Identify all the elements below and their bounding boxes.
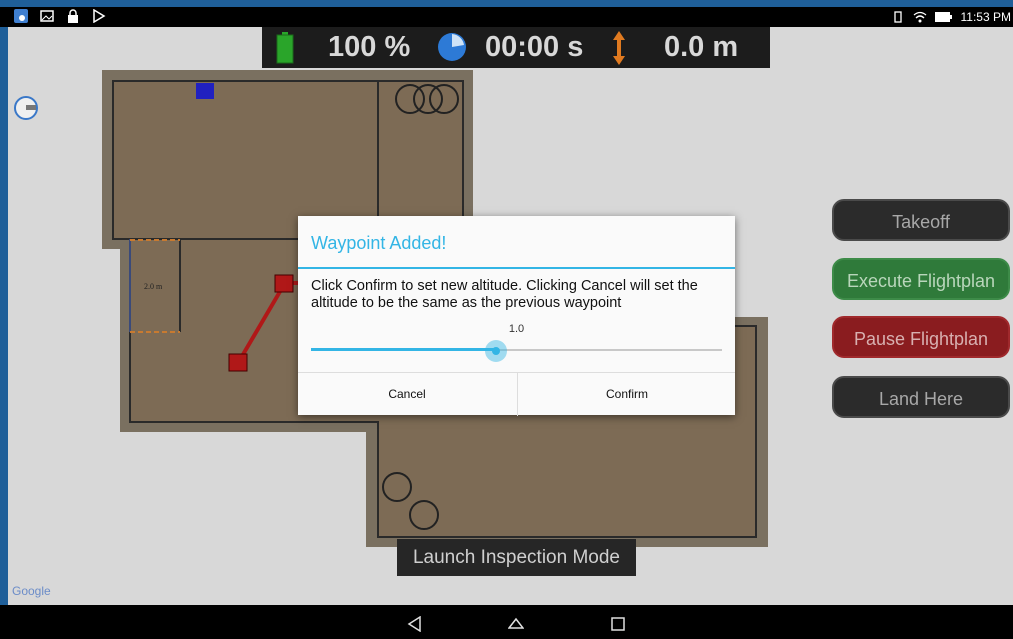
home-icon[interactable] bbox=[508, 616, 524, 632]
navigation-bar bbox=[0, 605, 1013, 639]
back-icon[interactable] bbox=[407, 616, 423, 632]
launch-inspection-button[interactable]: Launch Inspection Mode bbox=[397, 539, 636, 576]
lock-icon bbox=[68, 9, 78, 23]
status-bar: 11:53 PM bbox=[0, 7, 1013, 27]
status-icons-right: 11:53 PM bbox=[891, 10, 1011, 24]
app-frame: 11:53 PM 2.0 m 100 % 00:00 s 0.0 m Takeo… bbox=[0, 0, 1013, 639]
recents-icon[interactable] bbox=[611, 617, 625, 631]
battery-percent: 100 % bbox=[328, 31, 411, 63]
waypoint-dialog: Waypoint Added! Click Confirm to set new… bbox=[298, 216, 735, 416]
start-marker[interactable] bbox=[196, 83, 214, 99]
google-attribution: Google bbox=[12, 584, 51, 598]
dialog-message: Click Confirm to set new altitude. Click… bbox=[311, 278, 698, 311]
altitude-icon bbox=[613, 31, 625, 65]
battery-icon bbox=[276, 32, 294, 64]
scale-label: 2.0 m bbox=[144, 282, 163, 291]
confirm-button[interactable]: Confirm bbox=[517, 373, 736, 416]
battery-status-icon bbox=[934, 12, 952, 22]
image-icon bbox=[40, 10, 54, 22]
dialog-button-row: Cancel Confirm bbox=[298, 372, 735, 416]
land-here-button[interactable]: Land Here bbox=[832, 376, 1010, 418]
slider-fill bbox=[311, 348, 496, 351]
dialog-divider bbox=[298, 267, 735, 269]
flight-hud: 100 % 00:00 s 0.0 m bbox=[262, 27, 770, 68]
altitude-slider-value: 1.0 bbox=[508, 323, 525, 335]
takeoff-button[interactable]: Takeoff bbox=[832, 199, 1010, 241]
vibrate-icon bbox=[893, 11, 902, 23]
altitude-slider[interactable] bbox=[311, 340, 722, 362]
wifi-icon bbox=[913, 11, 926, 23]
status-time: 11:53 PM bbox=[960, 10, 1011, 24]
cancel-button[interactable]: Cancel bbox=[298, 373, 516, 416]
timer-icon bbox=[438, 33, 466, 61]
app-notification-icon bbox=[14, 9, 28, 23]
play-store-icon bbox=[93, 9, 106, 23]
pause-flightplan-button[interactable]: Pause Flightplan bbox=[832, 316, 1010, 358]
slider-thumb[interactable] bbox=[484, 340, 507, 362]
waypoint-marker-1[interactable] bbox=[228, 353, 248, 372]
altitude-readout: 0.0 m bbox=[664, 31, 739, 63]
waypoint-marker-2[interactable] bbox=[274, 274, 294, 293]
status-icons-left bbox=[14, 9, 106, 23]
flight-timer: 00:00 s bbox=[485, 31, 584, 63]
execute-flightplan-button[interactable]: Execute Flightplan bbox=[832, 258, 1010, 300]
dialog-title: Waypoint Added! bbox=[311, 233, 447, 253]
